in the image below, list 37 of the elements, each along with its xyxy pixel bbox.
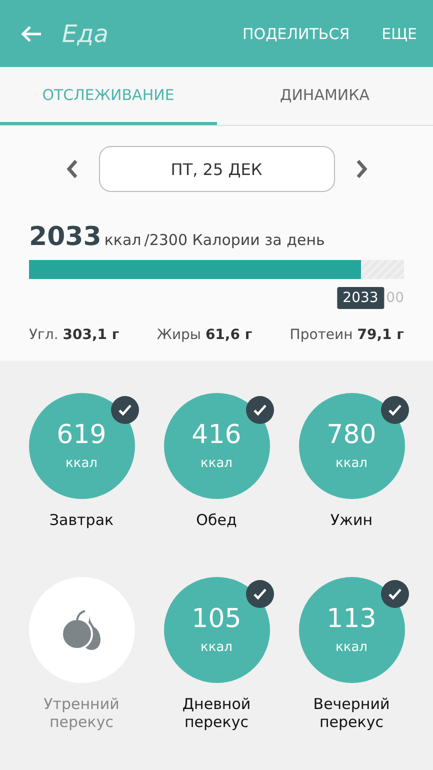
calories-consumed: 2033 (29, 222, 102, 252)
calories-goal: /2300 Калории за день (144, 231, 325, 249)
meal-unit: ккал (336, 456, 368, 471)
check-icon (246, 396, 274, 424)
meal-unit: ккал (66, 456, 98, 471)
meal-calories: 780 (326, 421, 376, 450)
check-icon (246, 580, 274, 608)
tab[interactable]: ДИНАМИКА (216, 67, 433, 125)
date-selector[interactable]: ПТ, 25 ДЕК (98, 146, 334, 192)
meal-calories: 105 (192, 605, 242, 634)
calories-unit: ккал (104, 231, 142, 249)
meal-unit: ккал (200, 640, 232, 655)
meal-unit: ккал (336, 640, 368, 655)
meal-name: Завтрак (48, 511, 115, 529)
meal-name: Дневной перекус (181, 695, 252, 731)
meal-name: Обед (195, 511, 238, 529)
meal-name: Ужин (329, 511, 374, 529)
goal-label: 00 (386, 290, 404, 306)
back-arrow-icon (20, 24, 42, 42)
macro-stat: Жиры 61,6 г (156, 327, 252, 343)
check-icon (380, 396, 408, 424)
action-button[interactable]: ЕЩЕ (370, 24, 417, 42)
chevron-right-icon[interactable] (354, 158, 368, 180)
meal-unit: ккал (200, 456, 232, 471)
meal-name: Утренний перекус (42, 695, 120, 731)
meal-name: Вечерний перекус (312, 695, 391, 731)
chevron-left-icon[interactable] (64, 158, 78, 180)
macro-stat: Угл. 303,1 г (29, 327, 120, 343)
action-button[interactable]: ПОДЕЛИТЬСЯ (230, 24, 350, 42)
meal-calories: 619 (56, 421, 106, 450)
screen-title: Еда (62, 20, 110, 48)
meal-calories: 113 (326, 605, 376, 634)
check-icon (380, 580, 408, 608)
value-tooltip: 2033 (336, 287, 384, 309)
macro-stat: Протеин 79,1 г (290, 327, 404, 343)
meal-calories: 416 (192, 421, 242, 450)
check-icon (110, 396, 138, 424)
